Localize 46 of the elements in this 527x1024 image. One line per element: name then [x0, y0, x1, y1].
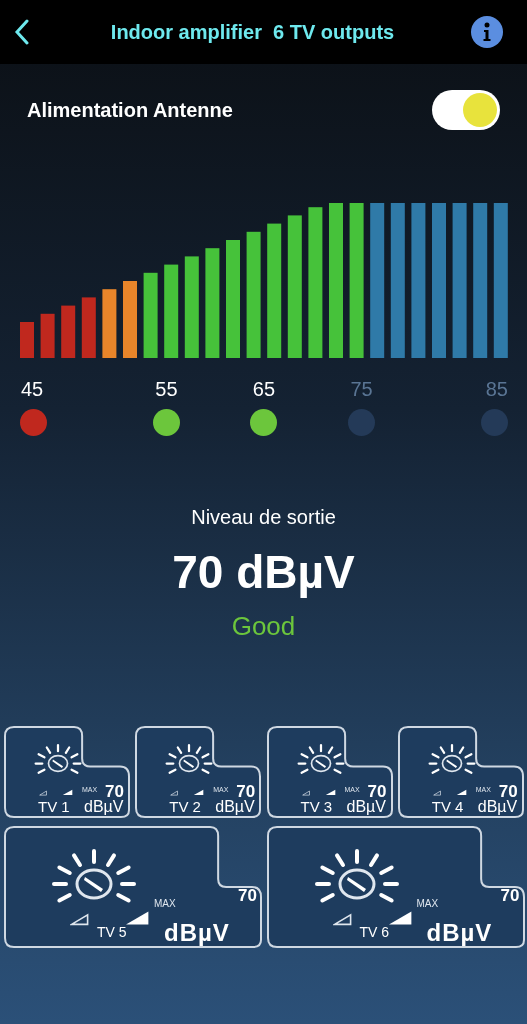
output-value: 70: [367, 782, 387, 801]
volume-range-icon: [170, 789, 205, 796]
output-value: 70: [105, 782, 124, 801]
volume-range-icon: [70, 910, 150, 926]
scale-label: 55: [155, 378, 178, 401]
output-value: 70: [500, 886, 520, 906]
output-label: TV 4: [431, 798, 464, 815]
output-card[interactable]: [135, 726, 262, 818]
output-card[interactable]: [4, 826, 262, 948]
antenna-power-toggle[interactable]: [432, 90, 500, 130]
window-title: Indoor amplifier 6 TV outputs: [110, 20, 395, 44]
volume-range-icon: [39, 789, 73, 796]
volume-range-icon: [332, 910, 413, 926]
back-icon: [14, 19, 30, 45]
scale-label: 85: [485, 378, 508, 401]
unit-label: dBµV: [84, 798, 124, 816]
scale-label: 75: [350, 378, 373, 401]
output-level-caption: Niveau de sortie: [191, 506, 336, 529]
scale-label: 65: [252, 378, 276, 401]
unit-label: dBµV: [477, 798, 518, 816]
unit-label: dBµV: [215, 798, 255, 816]
output-card[interactable]: [266, 826, 525, 948]
output-card[interactable]: [4, 726, 130, 818]
output-level-value: 70 dBµV: [172, 545, 355, 599]
unit-label: dBµV: [426, 919, 493, 947]
output-value: 70: [236, 782, 256, 801]
antenna-power-label: Alimentation Antenne: [27, 98, 233, 122]
output-label: TV 1: [38, 798, 70, 815]
volume-range-icon: [432, 789, 467, 796]
output-label: TV 2: [169, 798, 201, 815]
output-label: TV 5: [97, 924, 127, 940]
unit-label: dBµV: [164, 919, 230, 947]
info-button[interactable]: [471, 16, 503, 48]
unit-label: dBµV: [346, 798, 386, 816]
max-label: MAX: [416, 898, 439, 909]
scale-label: 45: [20, 378, 44, 401]
output-value: 70: [498, 782, 518, 801]
output-value: 70: [238, 886, 257, 906]
volume-range-icon: [301, 789, 336, 796]
info-icon: [483, 22, 491, 42]
output-label: TV 6: [359, 924, 390, 940]
output-card[interactable]: [397, 726, 524, 818]
max-label: MAX: [154, 898, 176, 909]
output-status: Good: [231, 611, 296, 642]
output-label: TV 3: [300, 798, 333, 815]
output-card[interactable]: [266, 726, 393, 818]
